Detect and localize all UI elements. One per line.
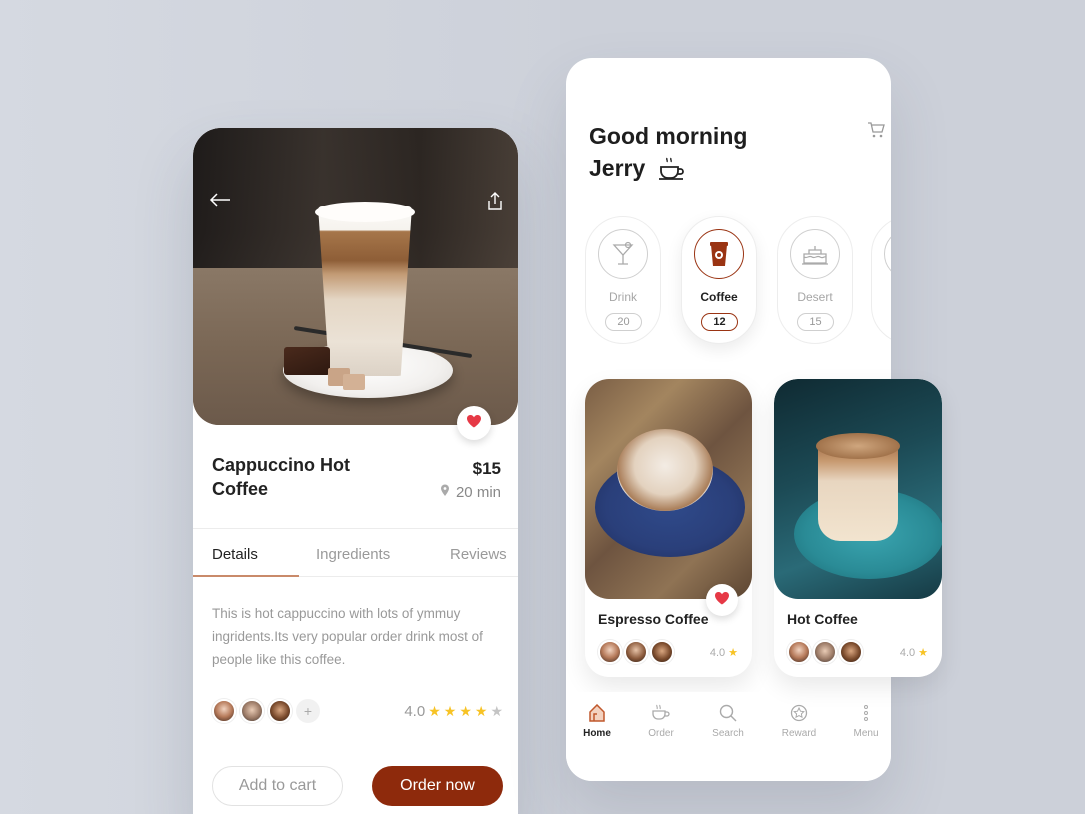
star-icon: ★: [728, 647, 738, 659]
star-icon: ★: [474, 703, 488, 719]
category-label: Coffee: [700, 290, 738, 304]
product-description: This is hot cappuccino with lots of ymmu…: [212, 606, 483, 667]
avatar: [212, 699, 236, 723]
search-icon: [698, 704, 758, 724]
add-reviewer-button[interactable]: +: [296, 699, 320, 723]
favorite-button[interactable]: [706, 584, 738, 616]
nav-home[interactable]: Home: [567, 703, 627, 739]
delivery-time-text: 20 min: [455, 484, 501, 501]
avatar: [268, 699, 292, 723]
category-label: Desert: [797, 290, 833, 304]
star-icon: ★: [428, 703, 441, 719]
category-count: 15: [797, 313, 834, 331]
share-icon[interactable]: [487, 192, 503, 213]
add-to-cart-button[interactable]: Add to cart: [212, 766, 343, 806]
card-rating: 4.0 ★: [899, 646, 928, 660]
tab-reviews[interactable]: Reviews: [450, 546, 507, 563]
product-rating: 4.0 ★ ★ ★ ★ ★: [404, 703, 503, 720]
nav-reward[interactable]: Reward: [769, 704, 829, 739]
category-label: Drink: [608, 290, 637, 304]
product-price: $15: [472, 459, 501, 478]
cup-icon: [631, 704, 691, 724]
category-coffee[interactable]: Coffee 12: [681, 216, 757, 344]
hot-coffee-image: [774, 379, 942, 599]
avatar: [598, 640, 622, 664]
heart-icon: [714, 591, 730, 610]
cart-icon[interactable]: [867, 122, 885, 143]
product-hero-image: [193, 128, 518, 425]
cocktail-icon: [598, 229, 648, 279]
category-partial[interactable]: [871, 216, 891, 344]
tab-ingredients[interactable]: Ingredients: [316, 546, 390, 563]
category-count: 20: [605, 313, 642, 331]
category-icon: [884, 229, 891, 279]
espresso-image: [585, 379, 752, 599]
avatar: [787, 640, 811, 664]
favorite-button[interactable]: [457, 406, 491, 440]
nav-order[interactable]: Order: [631, 704, 691, 739]
coffee-cup-icon: [694, 229, 744, 279]
nav-search[interactable]: Search: [698, 704, 758, 739]
star-icon: ★: [443, 703, 457, 719]
bottom-navigation: Home Order Search Reward Menu: [566, 692, 891, 781]
reward-icon: [769, 704, 829, 724]
greeting-line1: Good morning: [589, 123, 748, 149]
avatar: [839, 640, 863, 664]
product-card-espresso[interactable]: Espresso Coffee 4.0 ★: [585, 379, 752, 677]
rating-value: 4.0: [709, 646, 726, 659]
reviewer-avatars: +: [212, 699, 320, 723]
hot-cup-icon: [658, 156, 686, 188]
star-icon: ★: [459, 703, 472, 719]
card-avatars: [787, 640, 863, 664]
delivery-time: 20 min: [440, 484, 501, 501]
avatar: [650, 640, 674, 664]
card-rating: 4.0 ★: [709, 646, 738, 660]
greeting: Good morning Jerry: [589, 120, 747, 188]
cake-icon: [790, 229, 840, 279]
avatar: [813, 640, 837, 664]
product-detail-screen: Cappuccino Hot Coffee $15 20 min Details…: [193, 128, 518, 814]
location-pin-icon: [440, 484, 450, 501]
nav-menu[interactable]: Menu: [836, 704, 891, 739]
card-title: Espresso Coffee: [598, 611, 709, 627]
rating-value: 4.0: [404, 703, 426, 720]
card-title: Hot Coffee: [787, 611, 858, 627]
greeting-name: Jerry: [589, 155, 646, 181]
tab-details[interactable]: Details: [212, 546, 258, 563]
home-icon: [567, 703, 627, 724]
nav-label: Search: [712, 728, 744, 739]
nav-label: Order: [648, 728, 674, 739]
menu-dots-icon: [836, 704, 891, 724]
category-drink[interactable]: Drink 20: [585, 216, 661, 344]
greeting-line2-wrap: Jerry: [589, 152, 747, 188]
category-desert[interactable]: Desert 15: [777, 216, 853, 344]
nav-label: Home: [583, 728, 611, 739]
product-card-hot-coffee[interactable]: Hot Coffee 4.0 ★: [774, 379, 942, 677]
product-title: Cappuccino Hot Coffee: [212, 455, 350, 499]
star-empty-icon: ★: [490, 703, 503, 719]
back-arrow-icon[interactable]: [209, 192, 231, 211]
detail-tabs: Details Ingredients Reviews: [193, 529, 518, 577]
nav-label: Menu: [853, 728, 879, 739]
avatar: [624, 640, 648, 664]
avatar: [240, 699, 264, 723]
star-icon: ★: [918, 647, 928, 659]
heart-icon: [466, 414, 482, 433]
nav-label: Reward: [781, 728, 817, 739]
card-avatars: [598, 640, 674, 664]
rating-value: 4.0: [899, 646, 916, 659]
order-now-button[interactable]: Order now: [372, 766, 503, 806]
active-tab-indicator: [193, 575, 299, 577]
category-count: 12: [701, 313, 738, 331]
